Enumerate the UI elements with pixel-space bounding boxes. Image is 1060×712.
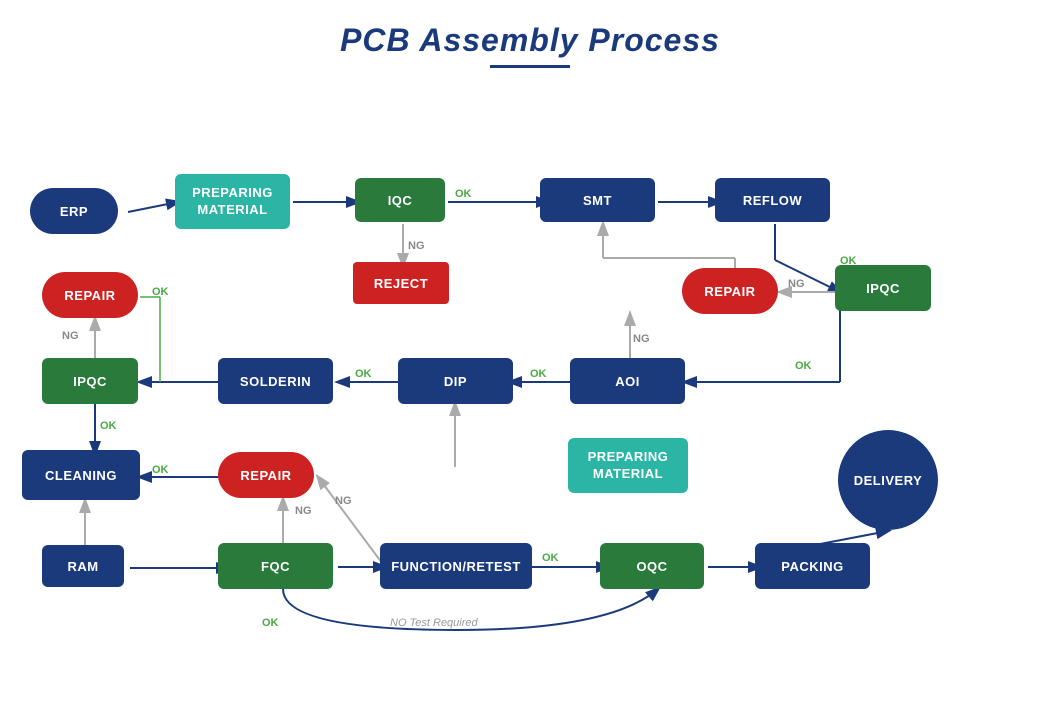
flow-diagram <box>0 0 1060 712</box>
node-fqc: FQC <box>218 543 333 589</box>
page-title: PCB Assembly Process <box>0 0 1060 59</box>
label-ok-bottom: OK <box>262 617 279 629</box>
node-preparing-material-1: PREPARINGMATERIAL <box>175 174 290 229</box>
node-iqc: IQC <box>355 178 445 222</box>
node-ipqc-2: IPQC <box>835 265 931 311</box>
label-ng-ipqc2: NG <box>788 278 805 290</box>
label-ok-iqc-smt: OK <box>455 188 472 200</box>
node-function-retest: FUNCTION/RETEST <box>380 543 532 589</box>
label-ok-dip-solderin: OK <box>355 368 372 380</box>
node-dip: DIP <box>398 358 513 404</box>
node-preparing-material-2: PREPARINGMATERIAL <box>568 438 688 493</box>
label-ng-fqc-repair3: NG <box>295 505 312 517</box>
label-ok-ipqc2-aoi: OK <box>795 360 812 372</box>
page: PCB Assembly Process <box>0 0 1060 712</box>
label-ok-aoi-dip: OK <box>530 368 547 380</box>
node-oqc: OQC <box>600 543 704 589</box>
label-ng-ipqc1: NG <box>62 330 79 342</box>
node-repair-3: REPAIR <box>218 452 314 498</box>
node-ram: RAM <box>42 545 124 587</box>
label-ng-aoi: NG <box>633 333 650 345</box>
node-packing: PACKING <box>755 543 870 589</box>
node-smt: SMT <box>540 178 655 222</box>
label-ok-funcretest-oqc: OK <box>542 552 559 564</box>
title-underline <box>490 65 570 68</box>
label-ng-iqc: NG <box>408 240 425 252</box>
node-repair-2: REPAIR <box>682 268 778 314</box>
node-reject: REJECT <box>353 262 449 304</box>
node-reflow: REFLOW <box>715 178 830 222</box>
label-ok-repair1: OK <box>152 286 169 298</box>
label-ok-ipqc1-cleaning: OK <box>100 420 117 432</box>
label-ng-funcretest-repair3: NG <box>335 495 352 507</box>
node-aoi: AOI <box>570 358 685 404</box>
node-solderin: SOLDERIN <box>218 358 333 404</box>
label-notest: NO Test Required <box>390 617 478 629</box>
label-ok-repair3-cleaning: OK <box>152 464 169 476</box>
node-erp: ERP <box>30 188 118 234</box>
node-cleaning: CLEANING <box>22 450 140 500</box>
node-ipqc-1: IPQC <box>42 358 138 404</box>
node-repair-1: REPAIR <box>42 272 138 318</box>
node-delivery: DELIVERY <box>838 430 938 530</box>
